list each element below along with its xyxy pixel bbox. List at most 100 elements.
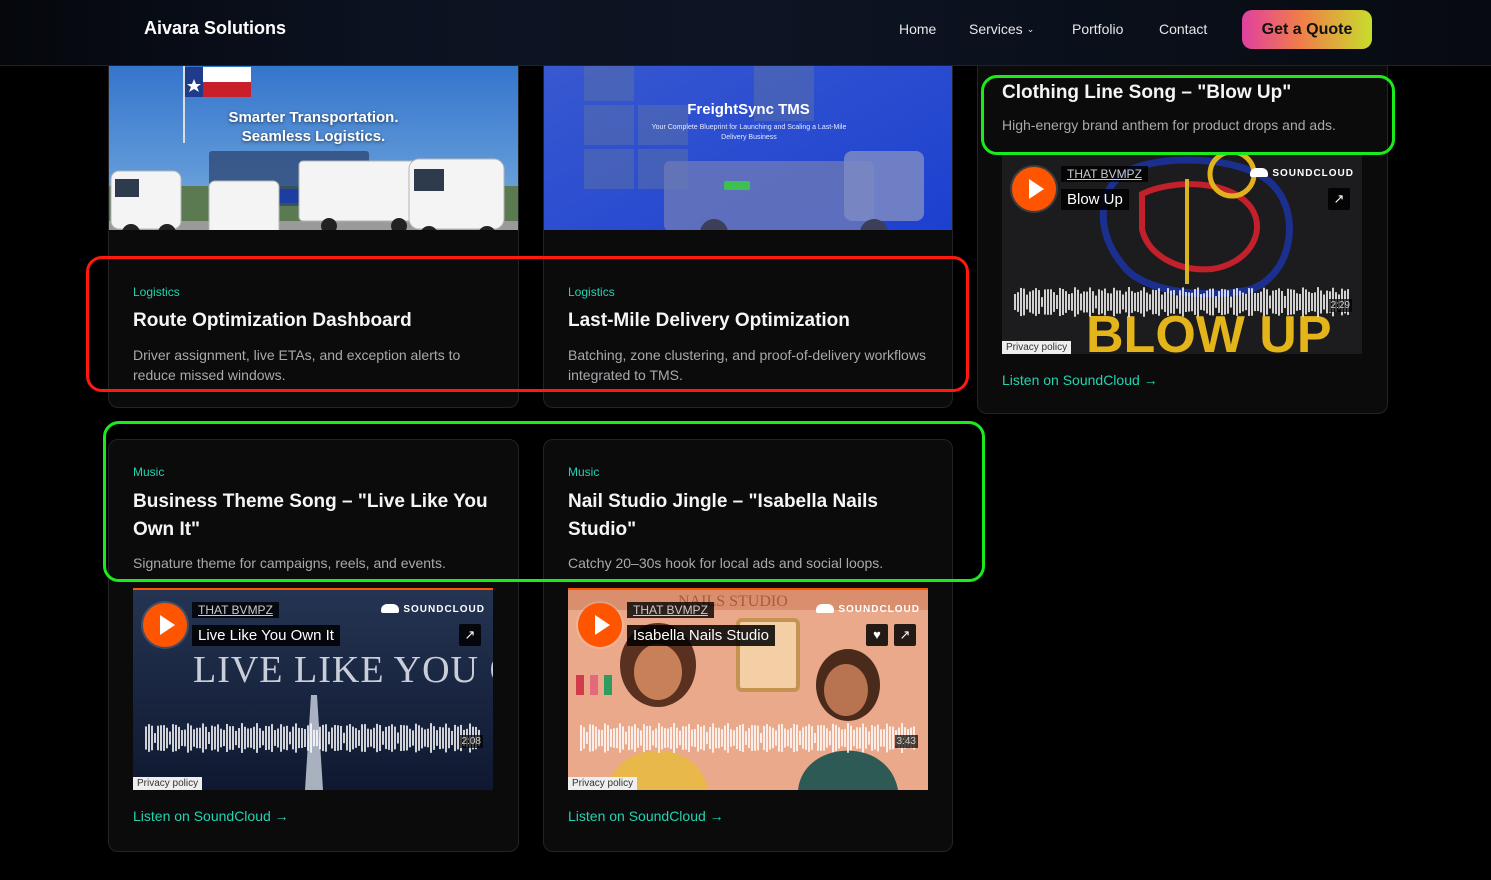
waveform-bar [1146, 292, 1148, 312]
soundcloud-logo[interactable]: SOUNDCLOUD [1250, 168, 1354, 179]
card-title: Nail Studio Jingle – "Isabella Nails Stu… [568, 491, 878, 540]
waveform-bar [268, 726, 270, 750]
waveform-bar [1122, 294, 1124, 310]
waveform-bar [1281, 291, 1283, 313]
privacy-policy-link[interactable]: Privacy policy [568, 777, 638, 790]
track-title[interactable]: Isabella Nails Studio [627, 625, 775, 646]
waveform[interactable] [1014, 282, 1350, 322]
nav-contact[interactable]: Contact [1159, 21, 1207, 37]
waveform-bar [865, 727, 867, 749]
waveform-bar [1284, 295, 1286, 309]
waveform-bar [289, 731, 291, 745]
soundcloud-player-live-like-you-own-it[interactable]: LIVE LIKE YOU OWN IT THAT BVMPZ Live Lik… [133, 588, 493, 790]
brand-logo[interactable]: Aivara Solutions [144, 18, 286, 39]
waveform-bar [331, 727, 333, 749]
waveform-bar [808, 724, 810, 752]
artist-link[interactable]: THAT BVMPZ [1061, 166, 1148, 182]
waveform-bar [637, 728, 639, 748]
portfolio-card-isabella-nails[interactable]: Music Nail Studio Jingle – "Isabella Nai… [543, 439, 953, 852]
waveform-bar [1236, 288, 1238, 316]
listen-on-soundcloud-link[interactable]: Listen on SoundCloud → [568, 808, 724, 824]
waveform-bar [856, 727, 858, 749]
portfolio-card-route-optimization[interactable]: Smarter Transportation. Seamless Logisti… [108, 40, 519, 408]
hero-headline: FreightSync TMS [687, 101, 810, 118]
get-a-quote-button[interactable]: Get a Quote [1242, 10, 1372, 49]
listen-on-soundcloud-link[interactable]: Listen on SoundCloud → [133, 808, 289, 824]
heart-icon[interactable]: ♥ [866, 624, 888, 646]
soundcloud-player-blow-up[interactable]: BLOW UP THAT BVMPZ Blow Up SOUNDCLOUD ↗ … [1002, 152, 1362, 354]
soundcloud-player-isabella-nails[interactable]: NAILS STUDIO THAT BVMPZ Isabella Nails S… [568, 588, 928, 790]
waveform-bar [631, 726, 633, 750]
waveform-bar [199, 727, 201, 749]
waveform[interactable] [145, 718, 481, 758]
artist-link[interactable]: THAT BVMPZ [192, 602, 279, 618]
waveform-bar [1044, 289, 1046, 315]
share-icon[interactable]: ↗ [894, 624, 916, 646]
waveform-bar [775, 730, 777, 746]
waveform-bar [802, 727, 804, 749]
privacy-policy-link[interactable]: Privacy policy [1002, 341, 1072, 354]
waveform-bar [1293, 289, 1295, 315]
waveform-bar [700, 726, 702, 750]
category-tag: Music [133, 465, 165, 479]
privacy-policy-link[interactable]: Privacy policy [133, 777, 203, 790]
play-button[interactable] [1012, 167, 1056, 211]
waveform-bar [283, 726, 285, 750]
waveform-bar [841, 729, 843, 747]
nav-services[interactable]: Services ⌄ [969, 21, 1034, 37]
track-title[interactable]: Live Like You Own It [192, 625, 340, 646]
waveform-bar [1095, 295, 1097, 309]
waveform-bar [649, 725, 651, 751]
artist-link[interactable]: THAT BVMPZ [627, 602, 714, 618]
share-icon[interactable]: ↗ [1328, 188, 1350, 210]
waveform-bar [1107, 293, 1109, 311]
soundcloud-logo[interactable]: SOUNDCLOUD [816, 604, 920, 615]
waveform-bar [859, 727, 861, 749]
waveform-bar [325, 724, 327, 752]
waveform-bar [1272, 290, 1274, 314]
waveform-bar [169, 731, 171, 745]
waveform-bar [1185, 292, 1187, 312]
nav-portfolio[interactable]: Portfolio [1072, 21, 1123, 37]
waveform-bar [862, 723, 864, 753]
play-button[interactable] [143, 603, 187, 647]
soundcloud-logo-text: SOUNDCLOUD [1272, 168, 1354, 179]
waveform-bar [262, 730, 264, 746]
waveform-bar [364, 724, 366, 752]
track-title[interactable]: Blow Up [1061, 189, 1129, 210]
waveform-bar [1260, 291, 1262, 313]
waveform-bar [316, 729, 318, 747]
soundcloud-logo[interactable]: SOUNDCLOUD [381, 604, 485, 615]
waveform-bar [886, 723, 888, 753]
waveform-bar [319, 726, 321, 750]
waveform-bar [1182, 287, 1184, 317]
waveform-bar [376, 723, 378, 753]
waveform-bar [235, 730, 237, 746]
track-duration: 2:08 [459, 735, 483, 748]
portfolio-card-live-like-you-own-it[interactable]: Music Business Theme Song – "Live Like Y… [108, 439, 519, 852]
waveform-bar [1134, 292, 1136, 312]
waveform-bar [787, 729, 789, 747]
waveform-bar [406, 725, 408, 751]
waveform-bar [1170, 290, 1172, 314]
waveform-bar [241, 723, 243, 753]
waveform-bar [349, 724, 351, 752]
nav-services-label: Services [969, 21, 1023, 37]
waveform[interactable] [580, 718, 916, 758]
waveform-bar [640, 730, 642, 746]
waveform-bar [151, 725, 153, 751]
waveform-bar [223, 729, 225, 747]
listen-on-soundcloud-link[interactable]: Listen on SoundCloud → [1002, 372, 1158, 388]
portfolio-card-blow-up[interactable]: Clothing Line Song – "Blow Up" High-ener… [977, 40, 1388, 414]
hero-headline: Smarter Transportation. Seamless Logisti… [109, 108, 518, 146]
nav-home[interactable]: Home [899, 21, 936, 37]
play-button[interactable] [578, 603, 622, 647]
portfolio-card-last-mile[interactable]: FreightSync TMS Your Complete Blueprint … [543, 40, 953, 408]
waveform-bar [394, 726, 396, 750]
waveform-bar [409, 728, 411, 748]
waveform-bar [1230, 296, 1232, 308]
waveform-bar [625, 731, 627, 745]
waveform-bar [760, 733, 762, 743]
waveform-bar [214, 726, 216, 750]
share-icon[interactable]: ↗ [459, 624, 481, 646]
